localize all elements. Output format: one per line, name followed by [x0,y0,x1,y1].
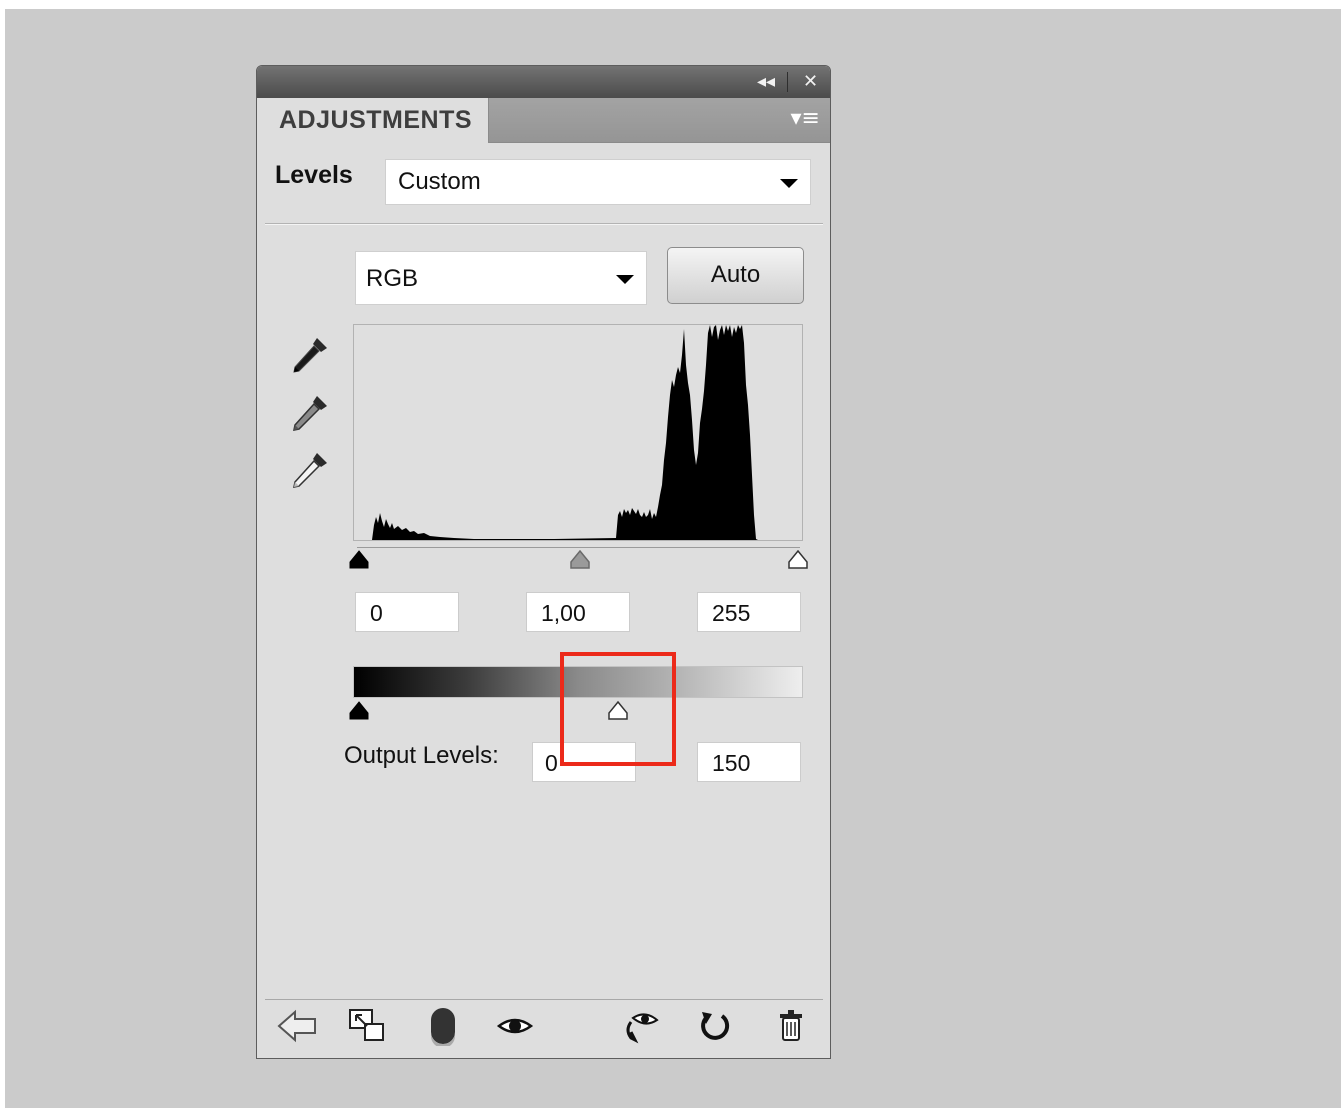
input-midtones-field[interactable]: 1,00 [526,592,630,632]
black-point-eyedropper-icon[interactable] [287,334,331,378]
white-point-eyedropper-icon[interactable] [287,449,331,493]
gray-point-eyedropper-icon[interactable] [287,392,331,436]
input-highlights-slider-thumb[interactable] [787,549,809,570]
chevron-down-icon [616,275,634,284]
clip-to-layer-icon[interactable] [347,1006,391,1046]
highlight-annotation-box [560,652,676,766]
adjustments-panel: ◂◂ ✕ ADJUSTMENTS ▾≡ Levels Custom RGB Au… [256,65,831,1059]
auto-button[interactable]: Auto [667,247,804,304]
divider-highlight [265,224,823,225]
view-previous-state-icon[interactable] [493,1006,537,1046]
close-panel-icon[interactable]: ✕ [803,69,818,95]
input-highlights-field[interactable]: 255 [697,592,801,632]
delete-icon[interactable] [769,1006,813,1046]
input-shadows-slider-thumb[interactable] [348,550,370,570]
channel-value: RGB [366,265,419,292]
layer-mask-visibility-icon[interactable] [421,1006,465,1048]
input-midtones-slider-thumb[interactable] [569,549,591,570]
preset-label: Levels [275,161,353,189]
tab-adjustments[interactable]: ADJUSTMENTS [257,98,489,143]
collapse-panel-icon[interactable]: ◂◂ [757,69,775,95]
bottom-toolbar-divider [265,999,823,1000]
preset-value: Custom [398,168,481,195]
histogram [353,324,803,541]
return-to-list-icon[interactable] [275,1006,319,1046]
output-highlights-field[interactable]: 150 [697,742,801,782]
input-shadows-field[interactable]: 0 [355,592,459,632]
reset-icon[interactable] [692,1006,736,1046]
input-slider-track [357,547,800,548]
titlebar-separator [787,72,788,92]
channel-dropdown[interactable]: RGB [355,251,647,305]
histogram-graph [354,325,758,540]
preset-dropdown[interactable]: Custom [385,159,811,205]
panel-tab-strip: ADJUSTMENTS ▾≡ [257,98,830,143]
chevron-down-icon [780,179,798,188]
panel-menu-icon[interactable]: ▾≡ [791,106,820,132]
output-levels-label: Output Levels: [344,742,499,769]
panel-titlebar: ◂◂ ✕ [257,66,830,98]
output-shadows-slider-thumb[interactable] [348,701,370,721]
toggle-visibility-icon[interactable] [619,1006,663,1046]
